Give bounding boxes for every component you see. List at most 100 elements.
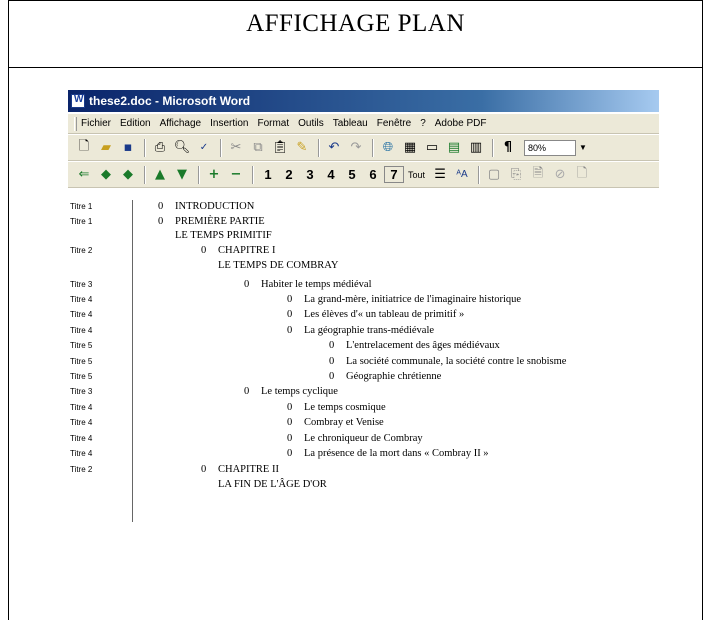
undo-icon[interactable]: ↶ bbox=[324, 139, 344, 157]
outline-content[interactable]: 0 INTRODUCTION 0 PREMIÈRE PARTIE LE TEMPS … bbox=[64, 200, 659, 522]
menu-grip[interactable] bbox=[74, 116, 77, 131]
hyperlink-icon[interactable]: 🌐︎ bbox=[378, 139, 398, 157]
outline-bullet[interactable]: 0 bbox=[287, 402, 304, 413]
cut-icon[interactable]: ✂ bbox=[226, 139, 246, 157]
insert-subdocument-icon[interactable]: 🗋 bbox=[572, 166, 592, 184]
show-level-7-button[interactable]: 7 bbox=[384, 166, 404, 183]
zoom-select[interactable]: 80% bbox=[524, 139, 576, 156]
master-document-view-icon[interactable]: ▢ bbox=[484, 166, 504, 184]
outline-item[interactable]: 0 Le chroniqueur de Combray bbox=[287, 433, 423, 444]
menu-format[interactable]: Format bbox=[257, 118, 289, 129]
outline-bullet[interactable]: 0 bbox=[201, 245, 218, 256]
collapse-icon[interactable]: − bbox=[226, 166, 246, 184]
outline-item[interactable]: 0 CHAPITRE I bbox=[201, 245, 275, 256]
menu-tableau[interactable]: Tableau bbox=[333, 118, 368, 129]
create-subdocument-icon[interactable]: 🗎 bbox=[528, 166, 548, 184]
move-down-icon[interactable]: ▼ bbox=[172, 166, 192, 184]
redo-icon[interactable]: ↷ bbox=[346, 139, 366, 157]
menu-fenetre[interactable]: Fenêtre bbox=[377, 118, 411, 129]
outline-item[interactable]: 0 La société communale, la société contre… bbox=[329, 356, 566, 367]
outline-bullet[interactable]: 0 bbox=[287, 325, 304, 336]
window-titlebar[interactable]: these2.doc - Microsoft Word bbox=[68, 90, 659, 112]
menu-insertion[interactable]: Insertion bbox=[210, 118, 248, 129]
menu-bar: Fichier Edition Affichage Insertion Form… bbox=[68, 114, 659, 134]
outline-bullet[interactable]: 0 bbox=[287, 448, 304, 459]
expand-icon[interactable]: + bbox=[204, 166, 224, 184]
outline-item[interactable]: 0 Les élèves d'« un tableau de primitif » bbox=[287, 309, 464, 320]
outline-item[interactable]: 0 La géographie trans-médiévale bbox=[287, 325, 434, 336]
promote-to-heading1-icon[interactable]: ⇐ bbox=[74, 166, 94, 184]
show-level-4-button[interactable]: 4 bbox=[321, 167, 341, 182]
outline-item[interactable]: 0 Combray et Venise bbox=[287, 417, 384, 428]
menu-edition[interactable]: Edition bbox=[120, 118, 151, 129]
document-area[interactable]: Titre 1 Titre 1 Titre 2 Titre 3 Titre 4 … bbox=[64, 200, 659, 522]
toolbar-separator bbox=[144, 138, 146, 157]
outline-body-text[interactable]: LE TEMPS PRIMITIF bbox=[175, 230, 272, 241]
show-formatting-icon[interactable]: ᴬA bbox=[452, 166, 472, 184]
outline-bullet[interactable]: 0 bbox=[201, 464, 218, 475]
outline-text: CHAPITRE I bbox=[218, 245, 276, 256]
show-level-1-button[interactable]: 1 bbox=[258, 167, 278, 182]
outline-bullet[interactable]: 0 bbox=[158, 216, 175, 227]
word-window: these2.doc - Microsoft Word Fichier Edit… bbox=[64, 90, 659, 522]
outline-bullet[interactable]: 0 bbox=[158, 201, 175, 212]
show-level-6-button[interactable]: 6 bbox=[363, 167, 383, 182]
outline-bullet[interactable]: 0 bbox=[329, 356, 346, 367]
word-app-icon[interactable] bbox=[71, 94, 85, 108]
menu-affichage[interactable]: Affichage bbox=[160, 118, 202, 129]
menu-help[interactable]: ? bbox=[420, 118, 426, 129]
insert-excel-icon[interactable]: ▤ bbox=[444, 139, 464, 157]
outline-body-text[interactable]: LA FIN DE L'ÂGE D'OR bbox=[218, 479, 327, 490]
outline-text: Le temps cyclique bbox=[261, 386, 338, 397]
outline-bullet[interactable]: 0 bbox=[329, 371, 346, 382]
outline-item[interactable]: 0 L'entrelacement des âges médiévaux bbox=[329, 340, 500, 351]
chevron-down-icon[interactable]: ▼ bbox=[579, 143, 587, 152]
show-level-5-button[interactable]: 5 bbox=[342, 167, 362, 182]
menu-outils[interactable]: Outils bbox=[298, 118, 324, 129]
outline-item[interactable]: 0 La présence de la mort dans « Combray I… bbox=[287, 448, 489, 459]
outline-item[interactable]: 0 Habiter le temps médiéval bbox=[244, 279, 372, 290]
outline-bullet[interactable]: 0 bbox=[244, 279, 261, 290]
outline-item[interactable]: 0 INTRODUCTION bbox=[158, 201, 254, 212]
show-all-label: Tout bbox=[408, 169, 426, 180]
outline-bullet[interactable]: 0 bbox=[287, 433, 304, 444]
toolbar-separator bbox=[318, 138, 320, 157]
outline-bullet[interactable]: 0 bbox=[287, 294, 304, 305]
outline-body-text[interactable]: LE TEMPS DE COMBRAY bbox=[218, 260, 338, 271]
outline-bullet[interactable]: 0 bbox=[329, 340, 346, 351]
outline-toolbar: ⇐ ◆ ◆ ▲ ▼ + − 1 2 3 4 5 6 7 Tout ☰ ᴬA ▢ … bbox=[68, 162, 659, 188]
print-preview-icon[interactable]: 🔍︎ bbox=[172, 139, 192, 157]
insert-table-icon[interactable]: ▭ bbox=[422, 139, 442, 157]
copy-icon[interactable]: ⧉ bbox=[248, 139, 268, 157]
format-painter-icon[interactable]: ✎ bbox=[292, 139, 312, 157]
show-all-button[interactable]: Tout bbox=[405, 166, 428, 184]
show-first-line-icon[interactable]: ☰ bbox=[430, 166, 450, 184]
outline-item[interactable]: 0 Le temps cosmique bbox=[287, 402, 386, 413]
new-document-icon[interactable]: 🗋 bbox=[74, 139, 94, 157]
move-up-icon[interactable]: ▲ bbox=[150, 166, 170, 184]
columns-icon[interactable]: ▥ bbox=[466, 139, 486, 157]
outline-item[interactable]: 0 Le temps cyclique bbox=[244, 386, 338, 397]
outline-bullet[interactable]: 0 bbox=[287, 417, 304, 428]
show-level-2-button[interactable]: 2 bbox=[279, 167, 299, 182]
collapse-subdocuments-icon[interactable]: ⎘ bbox=[506, 166, 526, 184]
open-folder-icon[interactable]: ▰ bbox=[96, 139, 116, 157]
show-hide-pilcrow-icon[interactable]: ¶ bbox=[498, 139, 518, 157]
paste-icon[interactable]: 📋︎ bbox=[270, 139, 290, 157]
print-icon[interactable]: ⎙ bbox=[150, 139, 170, 157]
promote-icon[interactable]: ◆ bbox=[96, 166, 116, 184]
menu-adobe-pdf[interactable]: Adobe PDF bbox=[435, 118, 487, 129]
outline-item[interactable]: 0 Géographie chrétienne bbox=[329, 371, 441, 382]
outline-bullet[interactable]: 0 bbox=[244, 386, 261, 397]
menu-fichier[interactable]: Fichier bbox=[81, 118, 111, 129]
tables-borders-icon[interactable]: ▦ bbox=[400, 139, 420, 157]
remove-subdocument-icon[interactable]: ⊘ bbox=[550, 166, 570, 184]
spelling-icon[interactable]: ✓ bbox=[194, 139, 214, 157]
show-level-3-button[interactable]: 3 bbox=[300, 167, 320, 182]
outline-item[interactable]: 0 La grand-mère, initiatrice de l'imagina… bbox=[287, 294, 521, 305]
outline-item[interactable]: 0 CHAPITRE II bbox=[201, 464, 279, 475]
outline-item[interactable]: 0 PREMIÈRE PARTIE bbox=[158, 216, 265, 227]
outline-bullet[interactable]: 0 bbox=[287, 309, 304, 320]
demote-icon[interactable]: ◆ bbox=[118, 166, 138, 184]
save-disk-icon[interactable]: ▪ bbox=[118, 139, 138, 157]
